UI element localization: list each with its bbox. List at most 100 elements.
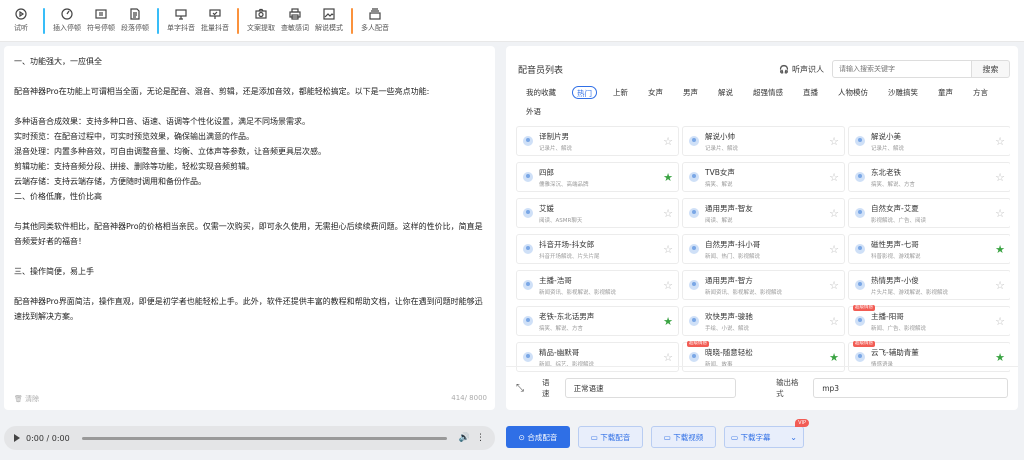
voice-card[interactable]: 自然女声-艾夏 影视解说、广告、阅读 ☆ [848, 198, 1010, 228]
editor-content[interactable]: 一、功能强大，一应俱全 配音神器Pro在功能上可谓相当全面，无论是配音、混音、剪辑… [4, 46, 495, 332]
synthesize-button[interactable]: ⊙ 合成配音 [506, 426, 570, 448]
voice-card[interactable]: 译制片男 记录片、解说 ☆ [516, 126, 679, 156]
voice-search-button[interactable]: 搜索 [972, 60, 1010, 78]
toolbar-sensitive-check[interactable]: 查敏感词 [278, 3, 312, 39]
toolbar-preview[interactable]: 试听 [4, 3, 38, 39]
favorite-star-icon[interactable]: ☆ [829, 243, 839, 256]
favorite-star-icon[interactable]: ☆ [995, 171, 1005, 184]
category-tab[interactable]: 沙雕搞笑 [884, 86, 922, 99]
category-tab[interactable]: 超强情感 [749, 86, 787, 99]
category-tab[interactable]: 方言 [969, 86, 992, 99]
stack-icon [369, 8, 381, 20]
voice-card[interactable]: 主播-浩哥 新闻资讯、影视解说、影视解说 ☆ [516, 270, 679, 300]
voice-card[interactable]: 解说小美 记录片、解说 ☆ [848, 126, 1010, 156]
progress-track[interactable] [81, 436, 447, 440]
category-tab[interactable]: 我的收藏 [522, 86, 560, 99]
toolbar-symbol-pause[interactable]: 符号停顿 [84, 3, 118, 39]
voice-card[interactable]: 艾媛 阅读、ASMR聊天 ☆ [516, 198, 679, 228]
favorite-star-icon[interactable]: ☆ [829, 207, 839, 220]
favorite-star-icon[interactable]: ☆ [663, 135, 673, 148]
voice-card[interactable]: 欢快男声-骏驰 手绘、小说、解说 ☆ [682, 306, 845, 336]
voice-info: 四郎 儒雅深沉、高端品牌 [539, 167, 663, 188]
category-tab[interactable]: 热门 [572, 86, 597, 99]
avatar-icon [855, 352, 865, 362]
voice-search-input[interactable] [832, 60, 972, 78]
favorite-star-icon[interactable]: ★ [663, 171, 673, 184]
favorite-star-icon[interactable]: ☆ [829, 171, 839, 184]
favorite-star-icon[interactable]: ☆ [663, 207, 673, 220]
favorite-star-icon[interactable]: ☆ [663, 279, 673, 292]
toolbar-single-douyin[interactable]: 单字抖音 [164, 3, 198, 39]
voice-name: 老铁-东北话男声 [539, 311, 595, 321]
clear-button[interactable]: 🗑 清除 [14, 394, 39, 404]
favorite-star-icon[interactable]: ★ [995, 351, 1005, 364]
avatar-icon [689, 208, 699, 218]
favorite-star-icon[interactable]: ☆ [995, 135, 1005, 148]
avatar-icon [855, 208, 865, 218]
document-icon [130, 8, 140, 20]
voice-card[interactable]: 四郎 儒雅深沉、高端品牌 ★ [516, 162, 679, 192]
voice-card[interactable]: 老铁-东北话男声 搞笑、解说、方言 ★ [516, 306, 679, 336]
favorite-star-icon[interactable]: ☆ [829, 279, 839, 292]
voice-card[interactable]: 东北老铁 搞笑、解说、方言 ☆ [848, 162, 1010, 192]
category-tab[interactable]: 人物模仿 [834, 86, 872, 99]
toolbar-text-extract[interactable]: 文案提取 [244, 3, 278, 39]
category-tab[interactable]: 外语 [522, 105, 545, 118]
voice-info: 主播-浩哥 新闻资讯、影视解说、影视解说 [539, 275, 663, 296]
voice-tags: 搞笑、解说 [705, 181, 733, 188]
download-subtitle-button[interactable]: ▭ 下载字幕 ⌄ VIP [724, 419, 809, 448]
voice-card[interactable]: 精品-幽默哥 新闻、综艺、影视解说 ☆ [516, 342, 679, 372]
chevron-down-icon[interactable]: ⌄ [790, 433, 797, 442]
voice-card[interactable]: 自然男声-抖小哥 新闻、热门、影视解说 ☆ [682, 234, 845, 264]
toolbar-multi-voice[interactable]: 多人配音 [358, 3, 392, 39]
category-tab[interactable]: 童声 [934, 86, 957, 99]
favorite-star-icon[interactable]: ☆ [829, 135, 839, 148]
download-subtitle-label: 下载字幕 [740, 432, 771, 442]
listen-identify-button[interactable]: 🎧 听声识人 [779, 64, 824, 75]
toolbar-narration-mode[interactable]: 解说模式 [312, 3, 346, 39]
category-tab[interactable]: 女声 [644, 86, 667, 99]
voice-card[interactable]: 超级情感 云飞-辅助青董 情感语录 ★ [848, 341, 1010, 372]
voice-card[interactable]: 通用男声-智方 新闻资讯、影视解说、影视解说 ☆ [682, 270, 845, 300]
text-editor[interactable]: 一、功能强大，一应俱全 配音神器Pro在功能上可谓相当全面，无论是配音、混音、剪辑… [4, 46, 495, 410]
voice-card[interactable]: 热情男声-小俊 片头片尾、游戏解说、影视解说 ☆ [848, 270, 1010, 300]
category-tab[interactable]: 男声 [679, 86, 702, 99]
voice-info: 晓晓-随意轻松 新闻、故事 [705, 347, 829, 368]
image-icon [323, 8, 335, 20]
favorite-star-icon[interactable]: ★ [995, 243, 1005, 256]
more-options-icon[interactable]: ⋮ [476, 433, 485, 443]
favorite-star-icon[interactable]: ☆ [663, 351, 673, 364]
format-select[interactable]: mp3 [813, 378, 1008, 398]
voice-card[interactable]: 超级情感 主播-阳哥 新闻、广告、影视解说 ☆ [848, 305, 1010, 336]
category-tab[interactable]: 直播 [799, 86, 822, 99]
avatar-icon [689, 136, 699, 146]
avatar-icon [689, 244, 699, 254]
voice-info: 通用男声-智友 阅读、解说 [705, 203, 829, 224]
voice-card[interactable]: 解说小帅 记录片、解说 ☆ [682, 126, 845, 156]
favorite-star-icon[interactable]: ☆ [995, 207, 1005, 220]
toolbar-batch-douyin[interactable]: 批量抖音 [198, 3, 232, 39]
download-video-button[interactable]: ▭ 下载视频 [651, 426, 716, 448]
play-button[interactable] [14, 434, 20, 442]
voice-card[interactable]: TVB女声 搞笑、解说 ☆ [682, 162, 845, 192]
toolbar-insert-pause[interactable]: 插入停顿 [50, 3, 84, 39]
collapse-icon[interactable]: ⤡ [516, 383, 524, 394]
category-tab[interactable]: 上新 [609, 86, 632, 99]
voice-card[interactable]: 磁性男声-七哥 科普影视、游戏解说 ★ [848, 234, 1010, 264]
audio-player: 0:00 / 0:00 🔊 ⋮ [4, 426, 495, 450]
favorite-star-icon[interactable]: ★ [829, 351, 839, 364]
favorite-star-icon[interactable]: ★ [663, 315, 673, 328]
favorite-star-icon[interactable]: ☆ [829, 315, 839, 328]
voice-card[interactable]: 通用男声-智友 阅读、解说 ☆ [682, 198, 845, 228]
favorite-star-icon[interactable]: ☆ [663, 243, 673, 256]
download-audio-button[interactable]: ▭ 下载配音 [578, 426, 643, 448]
voice-card[interactable]: 超级情感 晓晓-随意轻松 新闻、故事 ★ [682, 341, 845, 372]
voice-name: 精品-幽默哥 [539, 347, 580, 357]
speed-select[interactable]: 正常语速 [564, 378, 737, 398]
volume-icon[interactable]: 🔊 [459, 433, 470, 443]
category-tab[interactable]: 解说 [714, 86, 737, 99]
toolbar-paragraph-pause[interactable]: 段落停顿 [118, 3, 152, 39]
favorite-star-icon[interactable]: ☆ [995, 279, 1005, 292]
favorite-star-icon[interactable]: ☆ [995, 315, 1005, 328]
voice-card[interactable]: 抖音开场-抖女郎 抖音开场解说、片头片尾 ☆ [516, 234, 679, 264]
